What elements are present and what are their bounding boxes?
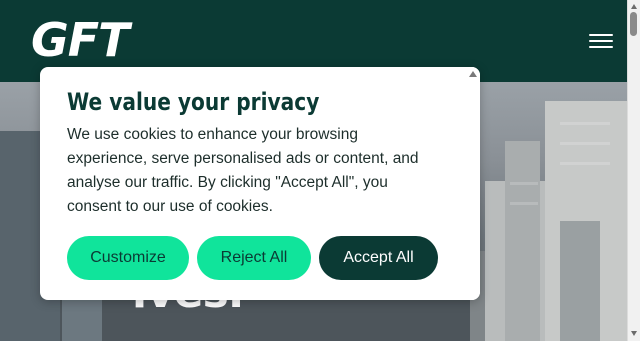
- scroll-down-arrow-icon[interactable]: [631, 331, 637, 336]
- building-window: [510, 202, 538, 205]
- customize-button[interactable]: Customize: [67, 236, 189, 280]
- building-window: [560, 162, 610, 165]
- gft-logo[interactable]: GFT: [31, 14, 130, 66]
- menu-line: [589, 40, 613, 42]
- building: [560, 221, 600, 341]
- cookie-consent-dialog: We value your privacy We use cookies to …: [40, 67, 480, 300]
- menu-line: [589, 34, 613, 36]
- cookie-dialog-title: We value your privacy: [67, 88, 320, 116]
- scroll-up-arrow-icon[interactable]: [631, 4, 637, 9]
- dialog-scrollbar[interactable]: [466, 67, 480, 300]
- page-scrollbar[interactable]: [627, 0, 640, 341]
- hamburger-menu-icon[interactable]: [584, 28, 618, 54]
- dialog-scroll-up-icon[interactable]: [469, 71, 477, 77]
- cookie-dialog-description: We use cookies to enhance your browsing …: [67, 126, 419, 215]
- menu-line: [589, 46, 613, 48]
- accept-all-button[interactable]: Accept All: [319, 236, 438, 280]
- building-window: [560, 142, 610, 145]
- building: [505, 141, 540, 341]
- reject-all-button[interactable]: Reject All: [197, 236, 311, 280]
- building-window: [510, 182, 538, 185]
- building-window: [560, 122, 610, 125]
- scroll-thumb[interactable]: [630, 12, 637, 36]
